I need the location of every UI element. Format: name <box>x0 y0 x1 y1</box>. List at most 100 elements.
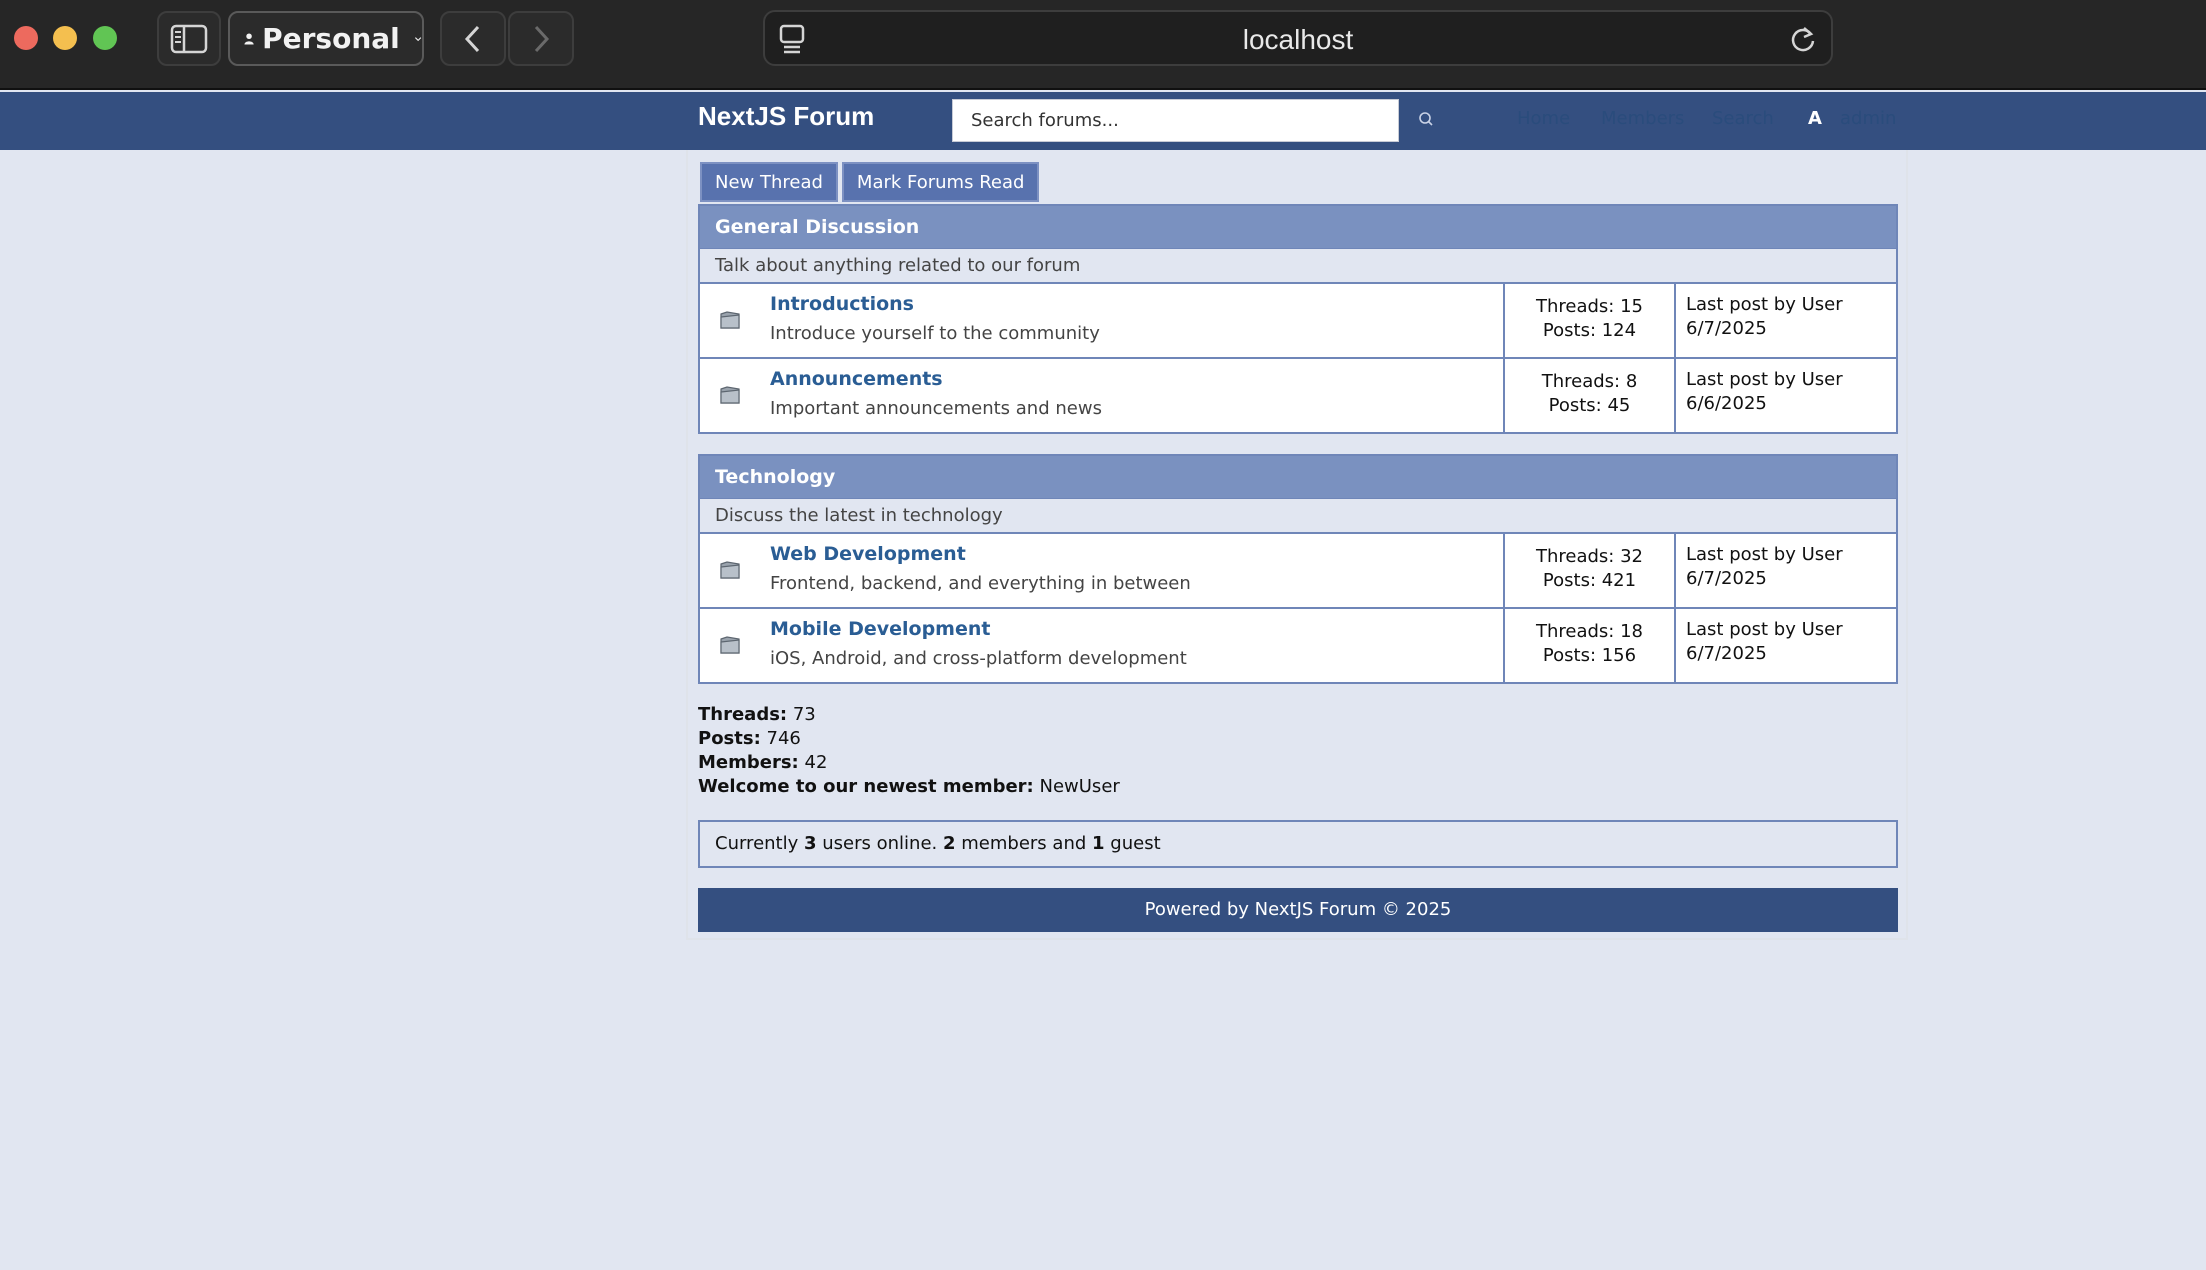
forum-info: Announcements Important announcements an… <box>700 359 1505 432</box>
user-profile-link[interactable]: admin <box>1840 108 1896 129</box>
last-post-author[interactable]: Last post by User <box>1686 368 1886 392</box>
mark-forums-read-button[interactable]: Mark Forums Read <box>841 162 1040 202</box>
forum-description: Introduce yourself to the community <box>770 323 1100 344</box>
nav-members-link[interactable]: Members <box>1601 108 1684 129</box>
nav-search-link[interactable]: Search <box>1712 108 1774 129</box>
forum-row: Announcements Important announcements an… <box>700 357 1896 432</box>
forum-stats: Threads: 18 Posts: 156 <box>1505 609 1676 682</box>
forum-link-web-development[interactable]: Web Development <box>770 543 966 565</box>
stat-value: 42 <box>804 752 828 773</box>
forum-row: Introductions Introduce yourself to the … <box>700 282 1896 357</box>
stat-label: Members: <box>698 752 799 773</box>
folder-icon <box>720 636 740 654</box>
post-count: Posts: 156 <box>1542 644 1637 666</box>
sidebar-toggle-button[interactable] <box>157 11 221 66</box>
stat-threads: Threads: 73 <box>698 703 1120 727</box>
folder-icon <box>720 561 740 579</box>
stat-label: Posts: <box>698 728 761 749</box>
stat-members: Members: 42 <box>698 751 1120 775</box>
category-description: Discuss the latest in technology <box>700 498 1896 532</box>
forum-stats: Threads: 8 Posts: 45 <box>1505 359 1676 432</box>
chevron-right-icon <box>534 25 550 52</box>
last-post: Last post by User 6/7/2025 <box>1676 609 1896 682</box>
forum-header: NextJS Forum Home Members Search A admin <box>0 92 2206 150</box>
last-post-author[interactable]: Last post by User <box>1686 618 1886 642</box>
forum-statistics: Threads: 73 Posts: 746 Members: 42 Welco… <box>698 703 1120 799</box>
last-post: Last post by User 6/6/2025 <box>1676 359 1896 432</box>
forum-stats: Threads: 32 Posts: 421 <box>1505 534 1676 607</box>
sidebar-icon <box>170 24 208 53</box>
folder-icon <box>720 311 740 329</box>
stat-value: 746 <box>766 728 801 749</box>
category-technology: Technology Discuss the latest in technol… <box>698 454 1898 684</box>
stat-value: 73 <box>792 704 816 725</box>
forum-link-mobile-development[interactable]: Mobile Development <box>770 618 990 640</box>
stat-label: Welcome to our newest member: <box>698 776 1034 797</box>
last-post-date: 6/6/2025 <box>1686 393 1767 414</box>
online-total-count: 3 <box>804 833 817 854</box>
site-brand[interactable]: NextJS Forum <box>698 101 874 132</box>
forum-link-announcements[interactable]: Announcements <box>770 368 943 390</box>
stat-newest-member: Welcome to our newest member: NewUser <box>698 775 1120 799</box>
forum-row: Web Development Frontend, backend, and e… <box>700 532 1896 607</box>
forum-info: Introductions Introduce yourself to the … <box>700 284 1505 357</box>
online-member-count: 2 <box>943 833 956 854</box>
minimize-window-button[interactable] <box>53 26 77 50</box>
last-post-author[interactable]: Last post by User <box>1686 293 1886 317</box>
zoom-window-button[interactable] <box>93 26 117 50</box>
profile-switcher-button[interactable]: Personal <box>228 11 424 66</box>
address-bar[interactable]: localhost <box>763 10 1833 66</box>
forum-description: Frontend, backend, and everything in bet… <box>770 573 1191 594</box>
back-button[interactable] <box>440 11 506 66</box>
last-post: Last post by User 6/7/2025 <box>1676 284 1896 357</box>
forum-description: Important announcements and news <box>770 398 1102 419</box>
online-text: guest <box>1110 833 1161 854</box>
thread-count: Threads: 18 <box>1535 620 1643 642</box>
address-url: localhost <box>1242 24 1354 55</box>
profile-label: Personal <box>262 22 400 55</box>
browser-toolbar: Personal localhost <box>0 0 2206 90</box>
last-post-date: 6/7/2025 <box>1686 568 1767 589</box>
newest-member-name[interactable]: NewUser <box>1040 776 1120 797</box>
forum-description: iOS, Android, and cross-platform develop… <box>770 648 1187 669</box>
thread-count: Threads: 32 <box>1535 545 1643 567</box>
last-post-date: 6/7/2025 <box>1686 643 1767 664</box>
online-guest-count: 1 <box>1092 833 1105 854</box>
last-post: Last post by User 6/7/2025 <box>1676 534 1896 607</box>
stat-posts: Posts: 746 <box>698 727 1120 751</box>
avatar[interactable]: A <box>1808 108 1822 129</box>
category-general-discussion: General Discussion Talk about anything r… <box>698 204 1898 434</box>
forum-info: Mobile Development iOS, Android, and cro… <box>700 609 1505 682</box>
search-input[interactable] <box>952 99 1399 142</box>
last-post-author[interactable]: Last post by User <box>1686 543 1886 567</box>
forum-info: Web Development Frontend, backend, and e… <box>700 534 1505 607</box>
nav-home-link[interactable]: Home <box>1517 108 1570 129</box>
category-description: Talk about anything related to our forum <box>700 248 1896 282</box>
forum-row: Mobile Development iOS, Android, and cro… <box>700 607 1896 682</box>
last-post-date: 6/7/2025 <box>1686 318 1767 339</box>
forum-stats: Threads: 15 Posts: 124 <box>1505 284 1676 357</box>
category-title[interactable]: General Discussion <box>700 206 1896 248</box>
chevron-left-icon <box>464 25 480 52</box>
folder-icon <box>720 386 740 404</box>
online-text: Currently <box>715 833 799 854</box>
thread-count: Threads: 15 <box>1535 295 1643 317</box>
category-title[interactable]: Technology <box>700 456 1896 498</box>
page-footer: Powered by NextJS Forum © 2025 <box>698 888 1898 932</box>
online-text: members and <box>961 833 1087 854</box>
reload-icon[interactable] <box>1789 24 1817 54</box>
post-count: Posts: 124 <box>1542 319 1637 341</box>
new-thread-button[interactable]: New Thread <box>700 162 838 202</box>
chevron-down-icon <box>414 36 422 41</box>
forward-button[interactable] <box>508 11 574 66</box>
forum-link-introductions[interactable]: Introductions <box>770 293 914 315</box>
search-button[interactable] <box>1415 106 1437 132</box>
forum-actions: New Thread Mark Forums Read <box>700 162 1040 202</box>
close-window-button[interactable] <box>14 26 38 50</box>
post-count: Posts: 45 <box>1548 394 1631 416</box>
stat-label: Threads: <box>698 704 788 725</box>
search-icon <box>1419 112 1433 126</box>
online-users-box: Currently 3 users online. 2 members and … <box>698 820 1898 868</box>
online-text: users online. <box>822 833 938 854</box>
post-count: Posts: 421 <box>1542 569 1637 591</box>
